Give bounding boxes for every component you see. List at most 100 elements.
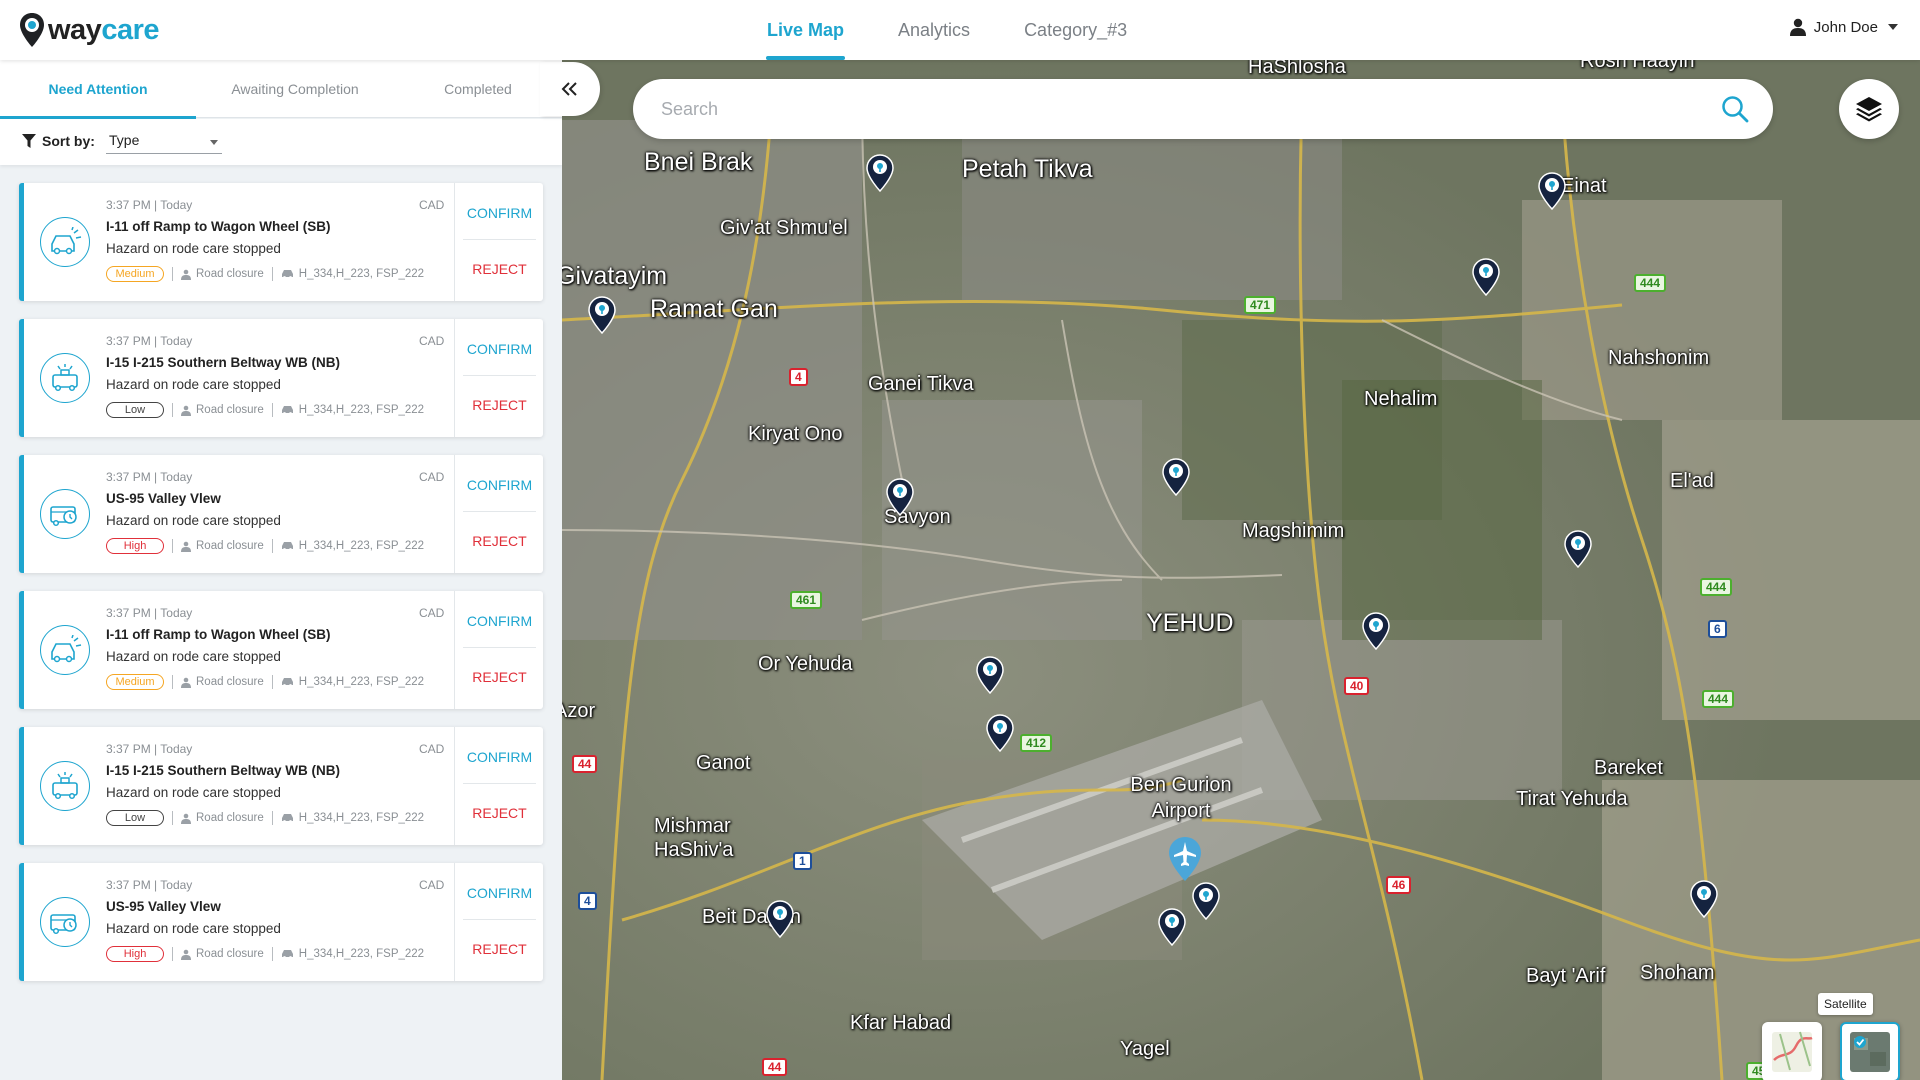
incident-card[interactable]: 3:37 PM | Today CAD I-15 I-215 Southern … <box>19 319 543 437</box>
responding-units: H_334,H_223, FSP_222 <box>298 948 425 960</box>
incident-time: 3:37 PM | Today <box>106 198 193 212</box>
place-label: Kiryat Ono <box>748 423 843 445</box>
map-layers-button[interactable] <box>1839 79 1899 139</box>
reject-button[interactable]: REJECT <box>455 941 544 957</box>
collapse-sidebar-button[interactable] <box>540 62 600 116</box>
confirm-button[interactable]: CONFIRM <box>455 885 544 901</box>
confirm-button[interactable]: CONFIRM <box>455 613 544 629</box>
tab-analytics[interactable]: Analytics <box>871 0 997 60</box>
confirm-button[interactable]: CONFIRM <box>455 205 544 221</box>
sort-select[interactable]: Type <box>106 132 222 154</box>
vehicle-icon <box>281 814 293 823</box>
confirm-button[interactable]: CONFIRM <box>455 341 544 357</box>
incident-pin-icon[interactable] <box>866 154 894 192</box>
map-view-toggle[interactable] <box>1762 1022 1822 1080</box>
incident-pin-icon[interactable] <box>1472 258 1500 296</box>
incident-pin-icon[interactable] <box>886 478 914 516</box>
vehicle-icon <box>281 678 293 687</box>
incident-source: CAD <box>419 334 445 348</box>
tab-completed[interactable]: Completed <box>394 60 562 118</box>
place-label: Azor <box>562 700 596 722</box>
incident-pin-icon[interactable] <box>976 656 1004 694</box>
waycare-logo[interactable]: waycare <box>18 10 159 50</box>
card-actions: CONFIRM REJECT <box>454 183 543 301</box>
tab-category-3[interactable]: Category_#3 <box>997 0 1154 60</box>
incident-pin-icon[interactable] <box>1162 458 1190 496</box>
top-bar: waycare Live Map Analytics Category_#3 J… <box>0 0 1920 60</box>
car-crash-icon <box>51 227 82 255</box>
responding-units: H_334,H_223, FSP_222 <box>298 676 425 688</box>
incident-title: US-95 Valley Vlew <box>106 491 221 506</box>
card-icon-wrap <box>40 489 90 539</box>
search-icon[interactable] <box>1721 95 1749 123</box>
confirm-button[interactable]: CONFIRM <box>455 477 544 493</box>
tab-awaiting-completion[interactable]: Awaiting Completion <box>196 60 394 118</box>
incident-source: CAD <box>419 606 445 620</box>
reject-button[interactable]: REJECT <box>455 669 544 685</box>
vehicle-icon <box>281 542 293 551</box>
worker-icon <box>181 813 191 824</box>
tab-live-map[interactable]: Live Map <box>740 0 871 60</box>
map-view-icon <box>1772 1031 1813 1072</box>
place-label: Nahshonim <box>1608 347 1710 369</box>
place-label: Givatayim <box>562 262 668 290</box>
sort-label-group: Sort by: <box>22 133 95 149</box>
incident-card[interactable]: 3:37 PM | Today CAD US-95 Valley Vlew Ha… <box>19 455 543 573</box>
card-actions: CONFIRM REJECT <box>454 591 543 709</box>
incident-tabs: Need Attention Awaiting Completion Compl… <box>0 60 562 119</box>
reject-button[interactable]: REJECT <box>455 397 544 413</box>
filter-icon <box>22 134 36 148</box>
incident-description: Hazard on rode care stopped <box>106 377 281 392</box>
incident-pin-icon[interactable] <box>986 714 1014 752</box>
sort-label: Sort by: <box>42 133 95 149</box>
card-icon-wrap <box>40 625 90 675</box>
place-label: El'ad <box>1670 470 1714 492</box>
severity-badge: Medium <box>106 674 164 690</box>
incident-pin-icon[interactable] <box>1538 172 1566 210</box>
confirm-button[interactable]: CONFIRM <box>455 749 544 765</box>
responding-units: H_334,H_223, FSP_222 <box>298 268 425 280</box>
worker-icon <box>181 269 191 280</box>
route-shield: 1 <box>793 852 812 870</box>
incident-meta: Medium Road closure H_334,H_223, FSP_222 <box>106 674 424 690</box>
map-search-input[interactable] <box>661 93 1681 125</box>
place-label: Einat <box>1561 175 1607 197</box>
route-shield: 6 <box>1708 620 1727 638</box>
satellite-view-icon <box>1850 1032 1890 1072</box>
sort-bar: Sort by: Type <box>0 119 562 165</box>
tab-need-attention[interactable]: Need Attention <box>0 60 196 119</box>
incident-pin-icon[interactable] <box>1362 612 1390 650</box>
incident-card[interactable]: 3:37 PM | Today CAD I-11 off Ramp to Wag… <box>19 183 543 301</box>
reject-button[interactable]: REJECT <box>455 261 544 277</box>
live-map[interactable]: HaShlosha Rosh Haayin Bnei Brak Petah Ti… <box>562 60 1920 1080</box>
incident-card[interactable]: 3:37 PM | Today CAD US-95 Valley Vlew Ha… <box>19 863 543 981</box>
place-label: Bnei Brak <box>644 148 753 176</box>
worker-icon <box>181 677 191 688</box>
incident-time: 3:37 PM | Today <box>106 742 193 756</box>
incident-pin-icon[interactable] <box>1158 908 1186 946</box>
incident-pin-icon[interactable] <box>1192 882 1220 920</box>
route-shield: 44 <box>572 755 598 773</box>
reject-button[interactable]: REJECT <box>455 533 544 549</box>
worker-icon <box>181 541 191 552</box>
incident-description: Hazard on rode care stopped <box>106 921 281 936</box>
incident-pin-icon[interactable] <box>1564 530 1592 568</box>
vehicle-icon <box>281 270 293 279</box>
incident-source: CAD <box>419 742 445 756</box>
incident-pin-icon[interactable] <box>588 296 616 334</box>
incident-pin-icon[interactable] <box>1690 880 1718 918</box>
satellite-view-toggle[interactable] <box>1840 1022 1900 1080</box>
incident-pin-icon[interactable] <box>766 900 794 938</box>
user-name: John Doe <box>1813 18 1878 36</box>
incident-meta: Low Road closure H_334,H_223, FSP_222 <box>106 810 424 826</box>
reject-button[interactable]: REJECT <box>455 805 544 821</box>
user-menu[interactable]: John Doe <box>1789 18 1898 36</box>
place-label: Petah Tikva <box>962 155 1093 183</box>
incident-title: US-95 Valley Vlew <box>106 899 221 914</box>
incident-card[interactable]: 3:37 PM | Today CAD I-15 I-215 Southern … <box>19 727 543 845</box>
worker-icon <box>181 949 191 960</box>
incident-card[interactable]: 3:37 PM | Today CAD I-11 off Ramp to Wag… <box>19 591 543 709</box>
satellite-tooltip: Satellite <box>1818 993 1873 1015</box>
route-shield: 444 <box>1700 578 1733 596</box>
incident-meta: High Road closure H_334,H_223, FSP_222 <box>106 946 424 962</box>
